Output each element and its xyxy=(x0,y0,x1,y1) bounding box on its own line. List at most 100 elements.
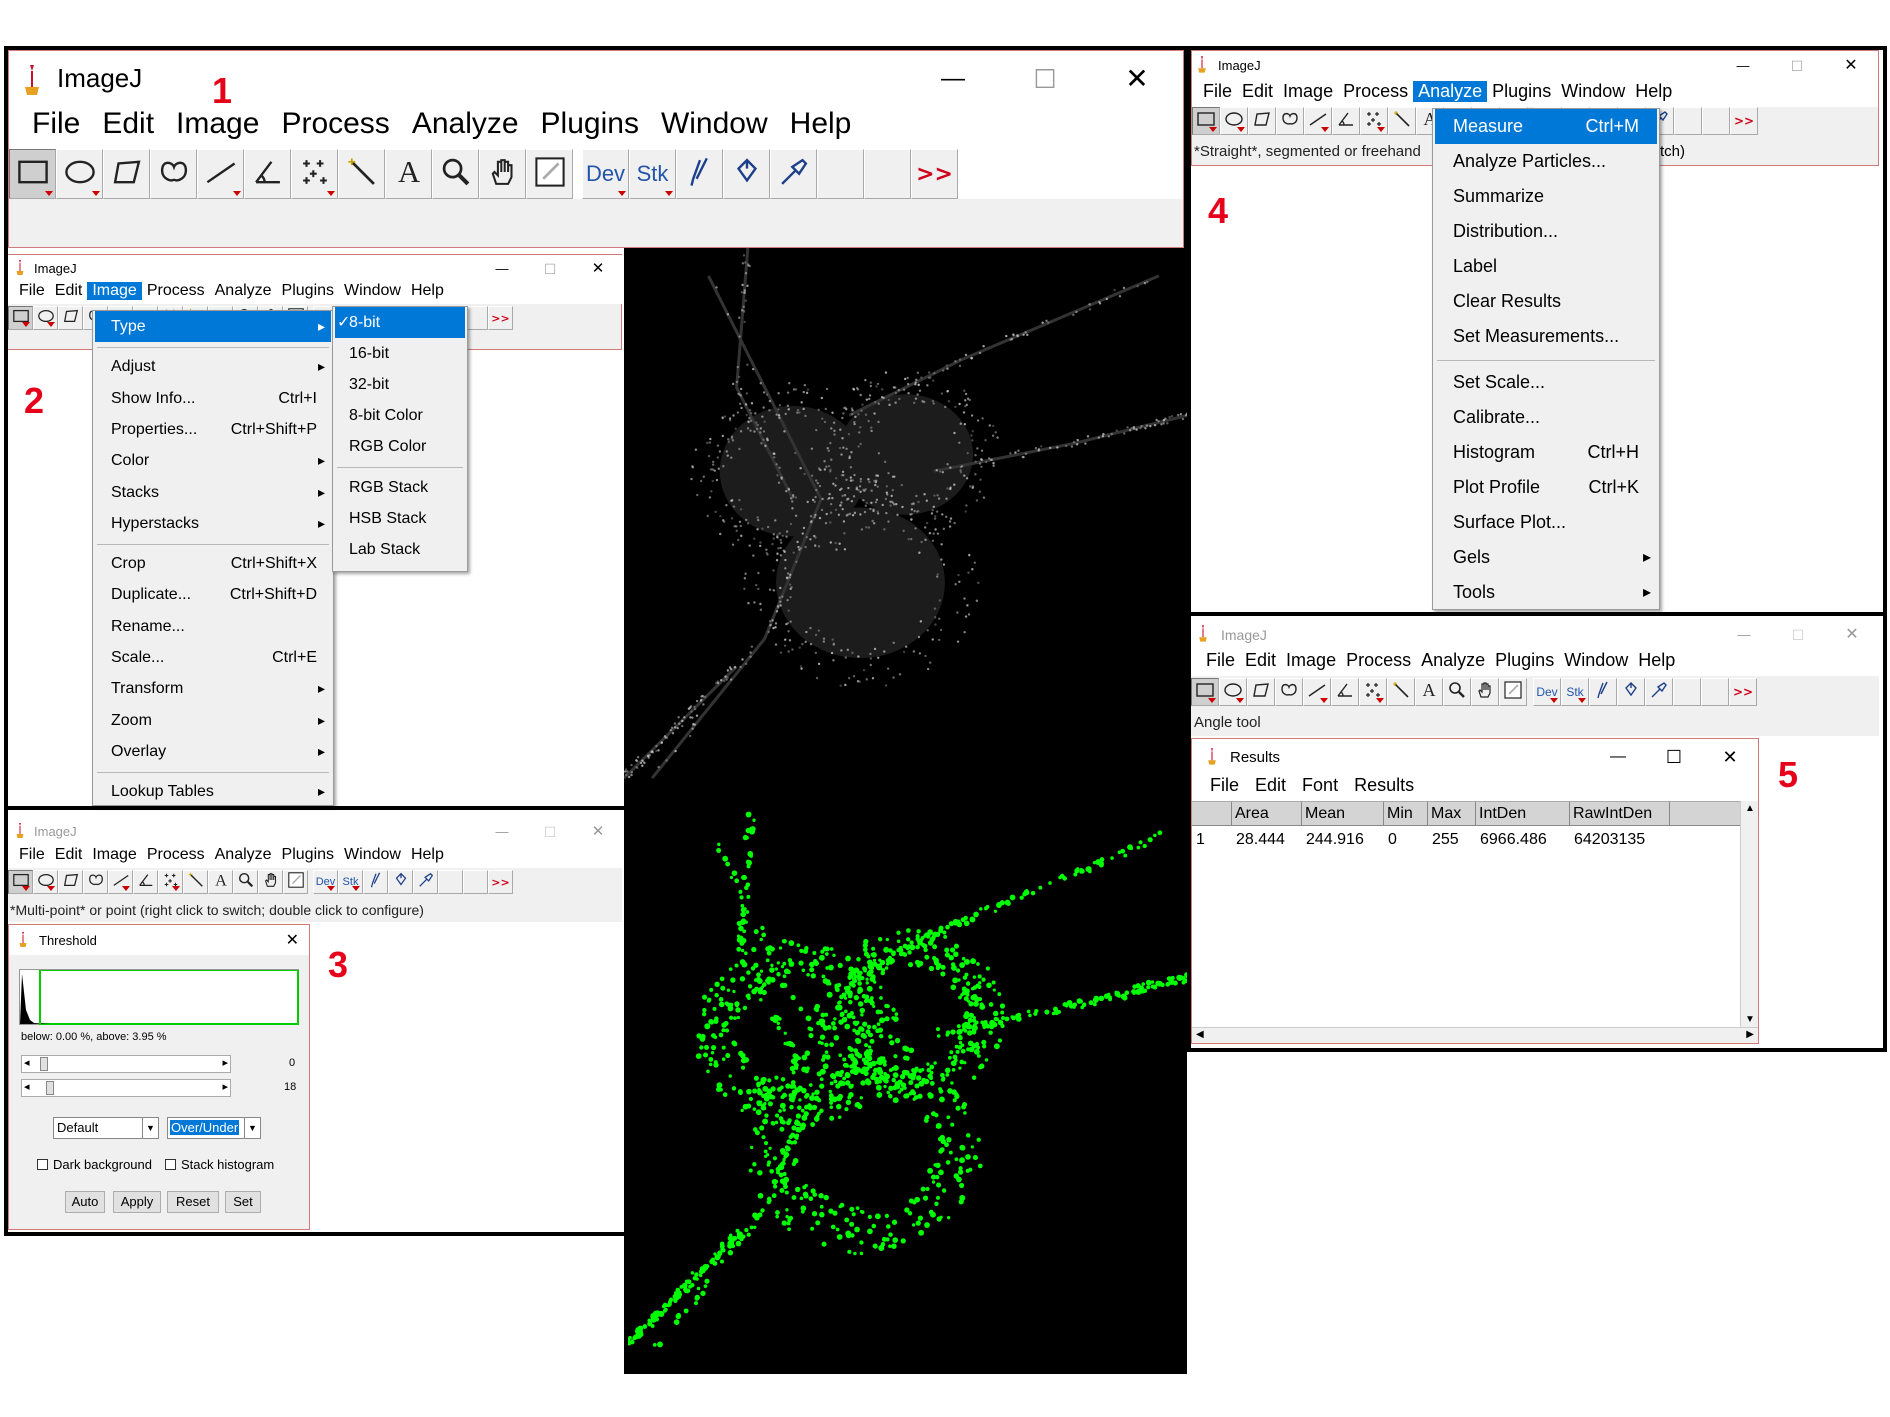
minimize-button[interactable]: — xyxy=(478,255,526,283)
oval-tool-tool-button[interactable] xyxy=(33,870,58,894)
menu-item-histogram[interactable]: Histogram Ctrl+H xyxy=(1435,435,1657,470)
angle-tool-tool-button[interactable] xyxy=(244,149,291,199)
menu-item-duplicate[interactable]: Duplicate... Ctrl+Shift+D xyxy=(95,579,331,610)
chevron-down-icon[interactable]: ▼ xyxy=(244,1118,260,1138)
blank-tool-slot[interactable] xyxy=(1702,107,1730,135)
wand-tool-tool-button[interactable] xyxy=(183,870,208,894)
menu-font[interactable]: Font xyxy=(1294,775,1346,796)
rectangle-tool-tool-button[interactable] xyxy=(1191,678,1219,706)
menu-item-32-bit[interactable]: 32-bit xyxy=(335,369,465,400)
multipoint-tool-tool-button[interactable] xyxy=(291,149,338,199)
hand-tool-tool-button[interactable] xyxy=(479,149,526,199)
menu-item-rename[interactable]: Rename... xyxy=(95,611,331,642)
menu-image[interactable]: Image xyxy=(87,282,142,300)
oval-tool-tool-button[interactable] xyxy=(1220,107,1248,135)
multipoint-tool-tool-button[interactable] xyxy=(158,870,183,894)
arrow-right-icon[interactable]: ▸ xyxy=(222,1056,228,1069)
menu-item-label[interactable]: Label xyxy=(1435,249,1657,284)
arrow-down-icon[interactable]: ▼ xyxy=(1745,1014,1755,1025)
menu-plugins[interactable]: Plugins xyxy=(1490,650,1559,671)
oval-tool-tool-button[interactable] xyxy=(33,306,58,330)
menu-analyze[interactable]: Analyze xyxy=(401,107,530,141)
menu-window[interactable]: Window xyxy=(650,107,779,141)
angle-tool-tool-button[interactable] xyxy=(133,870,158,894)
menu-item-distribution[interactable]: Distribution... xyxy=(1435,214,1657,249)
more-tools-button[interactable]: >> xyxy=(488,306,513,330)
arrow-left-icon[interactable]: ◀ xyxy=(1196,1029,1204,1040)
upper-threshold-slider[interactable]: ◂ ▸ xyxy=(21,1079,231,1097)
menu-analyze[interactable]: Analyze xyxy=(210,846,277,864)
blank-tool-slot[interactable] xyxy=(463,870,488,894)
polygon-tool-tool-button[interactable] xyxy=(58,870,83,894)
menu-help[interactable]: Help xyxy=(779,107,863,141)
menu-item-properties[interactable]: Properties... Ctrl+Shift+P xyxy=(95,414,331,445)
arrow-left-icon[interactable]: ◂ xyxy=(24,1056,30,1069)
auto-button[interactable]: Auto xyxy=(65,1191,105,1213)
menu-help[interactable]: Help xyxy=(406,282,449,300)
chevron-down-icon[interactable]: ▼ xyxy=(142,1118,158,1138)
menu-analyze[interactable]: Analyze xyxy=(1413,81,1488,102)
menu-item-gels[interactable]: Gels ▸ xyxy=(1435,540,1657,575)
method-select[interactable]: Default ▼ xyxy=(53,1117,159,1139)
table-row[interactable]: 1 28.444 244.916 0 255 6966.486 64203135 xyxy=(1192,828,1740,852)
text-tool-tool-button[interactable]: A xyxy=(1415,678,1443,706)
more-tools-button[interactable]: >> xyxy=(488,870,513,894)
slider-thumb[interactable] xyxy=(40,1057,48,1071)
menu-item-measure[interactable]: Measure Ctrl+M xyxy=(1435,109,1657,144)
rectangle-tool-tool-button[interactable] xyxy=(9,149,56,199)
menu-item-surface-plot[interactable]: Surface Plot... xyxy=(1435,505,1657,540)
close-button[interactable]: ✕ xyxy=(286,930,299,950)
freehand-tool-tool-button[interactable] xyxy=(150,149,197,199)
menu-edit[interactable]: Edit xyxy=(1247,775,1294,796)
wand-tool-tool-button[interactable] xyxy=(1388,107,1416,135)
dev-tool-button[interactable]: Dev xyxy=(313,870,338,894)
multipoint-tool-tool-button[interactable] xyxy=(1359,678,1387,706)
menu-file[interactable]: File xyxy=(1201,650,1240,671)
menu-process[interactable]: Process xyxy=(142,846,210,864)
column-header-intden[interactable]: IntDen xyxy=(1476,802,1570,826)
rectangle-tool-tool-button[interactable] xyxy=(8,870,33,894)
close-button[interactable]: ✕ xyxy=(574,255,622,283)
multipoint-tool-tool-button[interactable] xyxy=(1360,107,1388,135)
minimize-button[interactable]: — xyxy=(1717,620,1771,650)
fill-tool-button[interactable] xyxy=(1617,678,1645,706)
slider-thumb[interactable] xyxy=(46,1081,54,1095)
menu-item-set-measurements[interactable]: Set Measurements... xyxy=(1435,319,1657,354)
menu-item-calibrate[interactable]: Calibrate... xyxy=(1435,400,1657,435)
menu-edit[interactable]: Edit xyxy=(1237,81,1278,102)
blank-tool-slot[interactable] xyxy=(438,870,463,894)
polygon-tool-tool-button[interactable] xyxy=(1247,678,1275,706)
menu-item-8-bit[interactable]: ✓ 8-bit xyxy=(335,307,465,338)
close-button[interactable]: ✕ xyxy=(1091,51,1183,107)
freehand-tool-tool-button[interactable] xyxy=(83,870,108,894)
menu-plugins[interactable]: Plugins xyxy=(277,846,339,864)
polygon-tool-tool-button[interactable] xyxy=(103,149,150,199)
close-button[interactable]: ✕ xyxy=(1702,739,1758,775)
menu-item-tools[interactable]: Tools ▸ xyxy=(1435,575,1657,610)
vertical-scrollbar[interactable]: ▲ ▼ xyxy=(1740,801,1758,1027)
stk-tool-button[interactable]: Stk xyxy=(629,149,676,199)
maximize-button[interactable]: ☐ xyxy=(526,255,574,283)
angle-tool-tool-button[interactable] xyxy=(1331,678,1359,706)
menu-plugins[interactable]: Plugins xyxy=(1487,81,1556,102)
menu-results[interactable]: Results xyxy=(1346,775,1422,796)
arrow-right-icon[interactable]: ▶ xyxy=(1746,1029,1754,1040)
column-header-min[interactable]: Min xyxy=(1384,802,1428,826)
magnifier-tool-tool-button[interactable] xyxy=(1443,678,1471,706)
oval-tool-tool-button[interactable] xyxy=(1219,678,1247,706)
more-tools-button[interactable]: >> xyxy=(1730,107,1758,135)
freehand-tool-tool-button[interactable] xyxy=(1275,678,1303,706)
fill-tool-button[interactable] xyxy=(388,870,413,894)
polygon-tool-tool-button[interactable] xyxy=(1248,107,1276,135)
line-tool-tool-button[interactable] xyxy=(1303,678,1331,706)
blank-tool-slot[interactable] xyxy=(864,149,911,199)
menu-image[interactable]: Image xyxy=(87,846,141,864)
color-picker-tool-tool-button[interactable] xyxy=(283,870,308,894)
close-button[interactable]: ✕ xyxy=(1824,51,1878,81)
rectangle-tool-tool-button[interactable] xyxy=(1192,107,1220,135)
menu-item-stacks[interactable]: Stacks ▸ xyxy=(95,477,331,508)
pipette-tool-button[interactable] xyxy=(770,149,817,199)
minimize-button[interactable]: — xyxy=(1590,739,1646,775)
dev-tool-button[interactable]: Dev xyxy=(582,149,629,199)
close-button[interactable]: ✕ xyxy=(1825,620,1879,650)
